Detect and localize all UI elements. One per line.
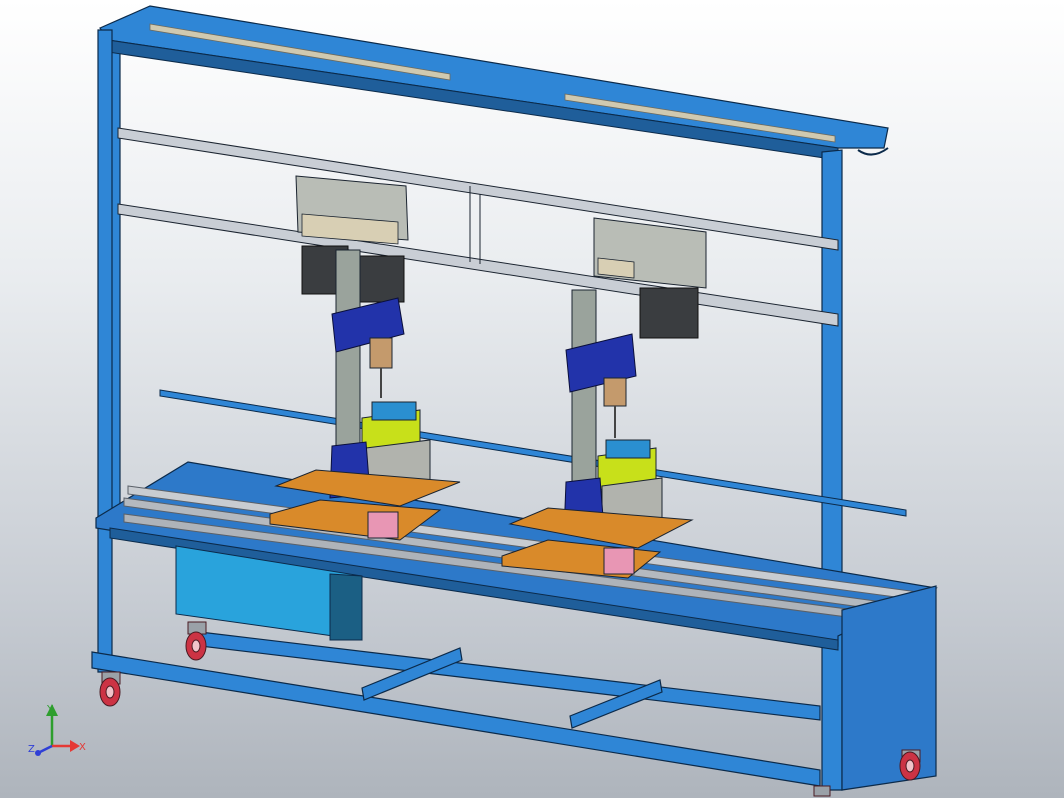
z-arrowhead xyxy=(35,750,41,756)
caster-front-right xyxy=(813,785,831,797)
drill-bench-assembly: Y X Z xyxy=(28,5,938,797)
y-axis-label: Y xyxy=(46,704,54,715)
z-axis-label: Z xyxy=(28,744,35,755)
caster-back-right xyxy=(899,749,921,781)
x-axis-label: X xyxy=(79,742,86,753)
caster-front-left xyxy=(99,671,121,707)
coordinate-triad: Y X Z xyxy=(28,704,86,756)
z-axis-arrow xyxy=(39,744,53,754)
cad-viewport[interactable]: Y X Z xyxy=(0,0,1064,798)
bench-top xyxy=(95,461,938,791)
mid-crossbar xyxy=(117,127,907,517)
caster-back-left xyxy=(185,621,207,661)
drill-unit-1 xyxy=(269,175,461,541)
